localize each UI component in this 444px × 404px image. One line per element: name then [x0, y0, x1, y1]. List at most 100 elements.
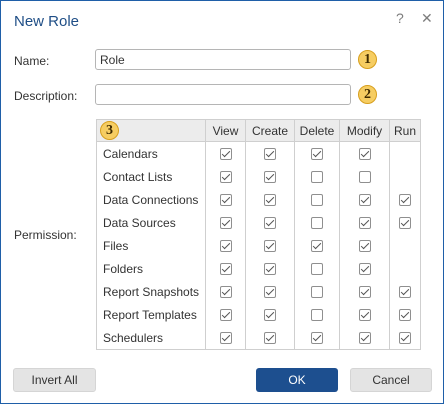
permission-cell-delete: [294, 326, 340, 350]
permission-table: 3 View Create Delete Modify Run Calendars Con…: [96, 119, 421, 350]
permission-cell-run: [389, 326, 421, 350]
modify-checkbox[interactable]: [358, 332, 371, 345]
create-checkbox[interactable]: [264, 171, 276, 184]
permission-cell-delete: [294, 280, 340, 303]
permission-row: Folders: [97, 257, 421, 280]
delete-checkbox[interactable]: [311, 194, 323, 207]
ok-button[interactable]: OK: [256, 368, 338, 392]
permission-cell-view: [205, 141, 246, 165]
permission-cell-run: [389, 141, 421, 165]
step-badge-2: 2: [358, 85, 377, 104]
permission-cell-modify: [339, 303, 390, 326]
view-checkbox[interactable]: [219, 171, 232, 184]
permission-cell-modify: [339, 141, 390, 165]
permission-cell-delete: [294, 188, 340, 211]
close-icon[interactable]: ✕: [421, 10, 433, 27]
modify-checkbox[interactable]: [358, 217, 371, 230]
permission-cell-create: [245, 165, 295, 188]
run-checkbox[interactable]: [399, 309, 411, 322]
modify-checkbox[interactable]: [358, 148, 371, 161]
view-checkbox[interactable]: [219, 286, 232, 299]
permission-cell-delete: [294, 257, 340, 280]
permission-cell-run: [389, 234, 421, 257]
permission-cell-modify: [339, 211, 390, 234]
create-checkbox[interactable]: [264, 263, 276, 276]
create-checkbox[interactable]: [264, 217, 276, 230]
view-checkbox[interactable]: [219, 217, 232, 230]
permission-cell-delete: [294, 303, 340, 326]
modify-checkbox[interactable]: [358, 309, 371, 322]
modify-checkbox[interactable]: [358, 171, 371, 184]
permission-cell-create: [245, 211, 295, 234]
permission-cell-view: [205, 303, 246, 326]
permission-row-label: Files: [103, 238, 129, 253]
permission-cell-modify: [339, 326, 390, 350]
run-checkbox[interactable]: [399, 217, 411, 230]
permission-cell-view: [205, 234, 246, 257]
permission-cell-create: [245, 234, 295, 257]
view-checkbox[interactable]: [219, 148, 232, 161]
permission-cell-view: [205, 257, 246, 280]
permission-cell-delete: [294, 211, 340, 234]
permission-row: Schedulers: [97, 326, 421, 350]
delete-checkbox[interactable]: [311, 263, 323, 276]
help-icon[interactable]: ?: [396, 10, 404, 26]
permission-cell-modify: [339, 234, 390, 257]
view-checkbox[interactable]: [219, 240, 232, 253]
modify-checkbox[interactable]: [358, 194, 371, 207]
modify-checkbox[interactable]: [358, 240, 371, 253]
create-checkbox[interactable]: [264, 148, 276, 161]
dialog-title: New Role: [14, 13, 80, 30]
new-role-dialog: New Role ? ✕ Name: 1 Description: 2 Perm…: [0, 0, 444, 404]
column-header-run: Run: [389, 119, 421, 142]
modify-checkbox[interactable]: [358, 286, 371, 299]
delete-checkbox[interactable]: [311, 148, 323, 161]
permission-row-label: Schedulers: [103, 330, 164, 345]
step-badge-1: 1: [358, 50, 377, 69]
view-checkbox[interactable]: [219, 194, 232, 207]
permission-cell-view: [205, 211, 246, 234]
run-checkbox[interactable]: [399, 194, 411, 207]
modify-checkbox[interactable]: [358, 263, 371, 276]
permission-row: Files: [97, 234, 421, 257]
view-checkbox[interactable]: [219, 309, 232, 322]
delete-checkbox[interactable]: [311, 286, 323, 299]
delete-checkbox[interactable]: [311, 217, 323, 230]
delete-checkbox[interactable]: [311, 240, 323, 253]
description-field[interactable]: [95, 84, 351, 105]
permission-cell-view: [205, 280, 246, 303]
permission-cell-run: [389, 188, 421, 211]
permission-row: Data Connections: [97, 188, 421, 211]
create-checkbox[interactable]: [264, 286, 276, 299]
step-badge-3: 3: [100, 121, 119, 140]
run-checkbox[interactable]: [399, 332, 411, 345]
permission-row: Report Snapshots: [97, 280, 421, 303]
delete-checkbox[interactable]: [311, 332, 323, 345]
run-checkbox[interactable]: [399, 286, 411, 299]
permission-cell-create: [245, 303, 295, 326]
permission-cell-run: [389, 280, 421, 303]
permission-row: Contact Lists: [97, 165, 421, 188]
create-checkbox[interactable]: [264, 332, 276, 345]
permission-row: Calendars: [97, 141, 421, 165]
permission-cell-modify: [339, 165, 390, 188]
create-checkbox[interactable]: [264, 240, 276, 253]
permission-cell-modify: [339, 188, 390, 211]
permission-cell-view: [205, 326, 246, 350]
delete-checkbox[interactable]: [311, 171, 323, 184]
permission-row-label: Report Snapshots: [103, 284, 200, 299]
description-label: Description:: [14, 89, 78, 103]
invert-all-button[interactable]: Invert All: [13, 368, 96, 392]
view-checkbox[interactable]: [219, 263, 232, 276]
cancel-button[interactable]: Cancel: [350, 368, 432, 392]
delete-checkbox[interactable]: [311, 309, 323, 322]
permission-row-label: Data Sources: [103, 215, 176, 230]
view-checkbox[interactable]: [219, 332, 232, 345]
name-field[interactable]: [95, 49, 351, 70]
create-checkbox[interactable]: [264, 194, 276, 207]
permission-row: Report Templates: [97, 303, 421, 326]
column-header-delete: Delete: [294, 119, 340, 142]
create-checkbox[interactable]: [264, 309, 276, 322]
permission-row: Data Sources: [97, 211, 421, 234]
permission-row-label: Calendars: [103, 146, 158, 161]
